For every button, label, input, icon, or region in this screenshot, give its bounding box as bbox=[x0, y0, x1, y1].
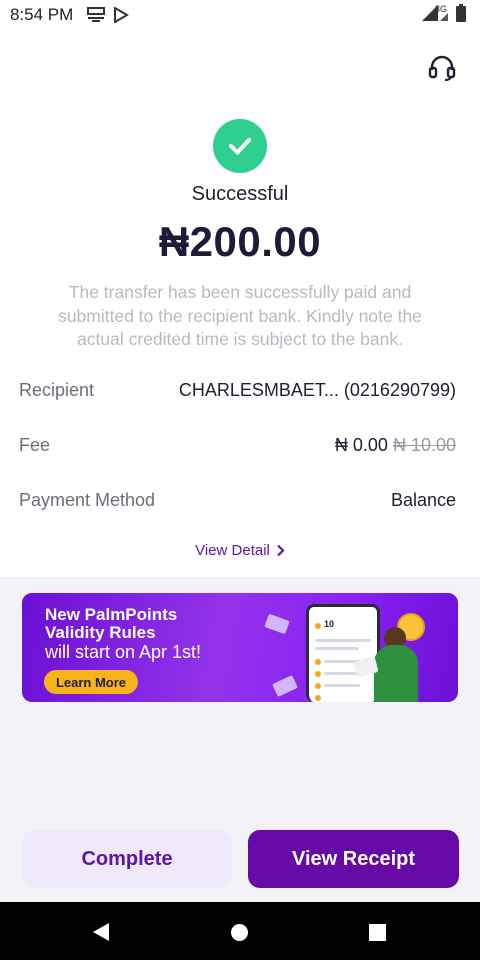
phone-line bbox=[324, 684, 360, 687]
status-time: 8:54 PM bbox=[10, 5, 74, 24]
view-detail-label: View Detail bbox=[195, 542, 270, 559]
floating-card-icon bbox=[272, 675, 298, 697]
phone-line bbox=[324, 672, 360, 675]
banner-subtitle: will start on Apr 1st! bbox=[45, 642, 202, 662]
phone-line bbox=[315, 639, 371, 642]
payment-method-row: Payment Method Balance bbox=[19, 488, 456, 512]
phone-coin-dot bbox=[315, 695, 321, 701]
learn-more-button[interactable]: Learn More bbox=[44, 670, 138, 694]
view-receipt-button[interactable]: View Receipt bbox=[248, 830, 459, 888]
transfer-amount: ₦200.00 bbox=[158, 218, 322, 265]
phone-line bbox=[315, 647, 359, 650]
person-illustration bbox=[374, 645, 418, 702]
recent-apps-icon[interactable] bbox=[369, 924, 386, 941]
transaction-status: Successful bbox=[191, 183, 289, 205]
recipient-label: Recipient bbox=[19, 379, 95, 400]
recipient-row: Recipient CHARLESMBAET... (0216290799) bbox=[19, 378, 456, 402]
play-store-icon bbox=[113, 7, 130, 23]
phone-illustration: 10 bbox=[306, 604, 380, 702]
phone-coin-dot bbox=[315, 623, 321, 629]
banner-title-line2: Validity Rules bbox=[45, 623, 156, 642]
palmpoints-promo-banner[interactable]: New PalmPoints Validity Rules will start… bbox=[22, 593, 458, 702]
banner-title-line1: New PalmPoints bbox=[45, 605, 178, 624]
customer-support-icon[interactable] bbox=[428, 54, 456, 82]
success-check-icon bbox=[213, 119, 267, 173]
recipient-value: CHARLESMBAET... (0216290799) bbox=[178, 379, 456, 400]
fee-label: Fee bbox=[19, 434, 51, 455]
view-detail-link[interactable]: View Detail bbox=[0, 542, 480, 559]
fee-row: Fee ₦ 0.00 ₦ 10.00 bbox=[19, 433, 456, 457]
status-message: The transfer has been successfully paid … bbox=[58, 282, 422, 349]
system-navigation-bar bbox=[0, 902, 480, 960]
payment-method-label: Payment Method bbox=[19, 489, 156, 510]
phone-coin-dot bbox=[315, 683, 321, 689]
home-icon[interactable] bbox=[231, 924, 248, 941]
notification-icon bbox=[87, 7, 106, 23]
back-icon[interactable] bbox=[92, 922, 110, 947]
floating-card-icon bbox=[264, 613, 290, 635]
banner-title: New PalmPoints Validity Rules bbox=[45, 606, 177, 642]
chevron-right-icon bbox=[277, 544, 285, 557]
phone-points-value: 10 bbox=[324, 619, 335, 629]
battery-icon bbox=[456, 4, 466, 27]
fee-values: ₦ 0.00 ₦ 10.00 bbox=[335, 435, 456, 456]
payment-method-value: Balance bbox=[390, 489, 456, 510]
fee-value: ₦ 0.00 bbox=[334, 434, 388, 455]
phone-coin-dot bbox=[315, 671, 321, 677]
status-bar: 8:54 PM 3G bbox=[0, 0, 480, 30]
network-type: 3G bbox=[435, 4, 448, 14]
phone-coin-dot bbox=[315, 659, 321, 665]
complete-button[interactable]: Complete bbox=[22, 830, 232, 888]
fee-original-value: ₦ 10.00 bbox=[392, 434, 456, 455]
